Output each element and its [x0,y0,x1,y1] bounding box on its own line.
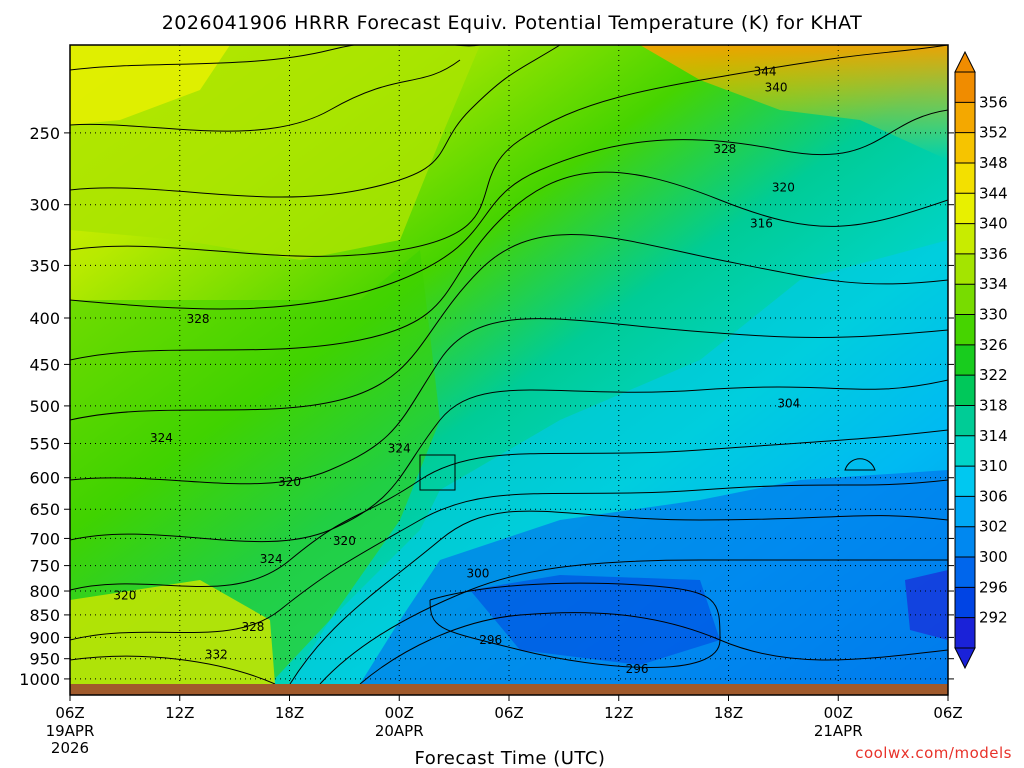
colorbar-label: 344 [979,184,1008,202]
colorbar-segment [955,344,975,376]
colorbar-segment [955,405,975,436]
colorbar-label: 352 [979,124,1008,142]
y-tick-label: 300 [29,196,60,215]
contour-label: 304 [777,396,800,410]
contour-label: 328 [713,142,736,156]
colorbar-label: 356 [979,93,1008,111]
contour-label: 300 [466,566,489,580]
contour-label: 316 [750,217,773,231]
colorbar-segment [955,557,975,588]
x-tick-label: 06Z [933,704,962,722]
x-tick-label: 18Z [714,704,743,722]
colorbar-segment [955,132,975,163]
x-tick-label: 06Z [494,704,523,722]
colorbar-segment [955,435,975,467]
region-deep-blue-right [905,570,948,640]
x-tick-label: 00Z [385,704,414,722]
colorbar-top-arrow [954,50,976,73]
colorbar-label: 322 [979,366,1008,384]
y-tick-label: 250 [29,124,60,143]
colorbar-segment [955,284,975,315]
y-tick-label: 1000 [19,670,60,689]
x-tick-year: 2026 [51,739,89,757]
y-tick-label: 900 [29,628,60,647]
colorbar-label: 292 [979,609,1008,627]
colorbar-segment [955,314,975,345]
contour-label: 296 [479,633,502,647]
colorbar-label: 296 [979,578,1008,596]
colorbar-label: 310 [979,457,1008,475]
x-tick-label: 00Z [824,704,853,722]
contour-label: 340 [765,80,788,94]
colorbar-segment [955,375,975,406]
colorbar-label: 300 [979,548,1008,566]
colorbar: 356 352 348 344 340 336 334 330 326 322 318 314 310 3… [954,50,1008,670]
y-tick-label: 400 [29,309,60,328]
y-tick-label: 500 [29,397,60,416]
ground-strip [70,684,948,695]
chart: 2026041906 HRRR Forecast Equiv. Potentia… [19,12,1012,768]
plot-area: 344 340 328 320 316 328 304 324 324 320 320 324 300 3… [70,45,948,684]
chart-title: 2026041906 HRRR Forecast Equiv. Potentia… [162,12,863,34]
contour-label: 332 [205,648,228,662]
x-tick-label: 12Z [604,704,633,722]
colorbar-segment [955,72,975,103]
y-tick-label: 650 [29,500,60,519]
x-tick-label: 12Z [165,704,194,722]
y-tick-label: 450 [29,355,60,374]
y-tick-label: 950 [29,650,60,669]
colorbar-segment [955,223,975,254]
y-tick-label: 550 [29,434,60,453]
y-tick-label: 600 [29,469,60,488]
contour-label: 344 [754,64,777,78]
colorbar-segment [955,496,975,527]
contour-label: 324 [260,552,283,566]
contour-label: 296 [626,662,649,676]
contour-label: 328 [187,312,210,326]
colorbar-label: 348 [979,154,1008,172]
colorbar-segment [955,526,975,558]
contour-label: 320 [113,588,136,602]
contour-label: 328 [241,620,264,634]
y-tick-label: 750 [29,557,60,576]
x-axis-title: Forecast Time (UTC) [415,748,606,768]
contour-label: 320 [278,475,301,489]
colorbar-bottom-arrow [954,647,976,670]
y-tick-label: 850 [29,606,60,625]
colorbar-label: 302 [979,518,1008,536]
contour-label: 324 [150,431,173,445]
colorbar-segment [955,617,975,648]
x-tick-date: 20APR [375,722,424,740]
x-tick-date: 19APR [46,722,95,740]
contour-label: 320 [333,534,356,548]
colorbar-label: 340 [979,215,1008,233]
colorbar-label: 314 [979,427,1008,445]
contour-label: 320 [772,180,795,194]
colorbar-segment [955,193,975,224]
y-tick-label: 700 [29,529,60,548]
colorbar-segment [955,587,975,618]
colorbar-segment [955,253,975,285]
x-tick-date: 21APR [814,722,863,740]
colorbar-segment [955,466,975,497]
y-tick-label: 350 [29,256,60,275]
x-tick-label: 18Z [275,704,304,722]
y-tick-label: 800 [29,582,60,601]
colorbar-label: 336 [979,245,1008,263]
colorbar-segment [955,162,975,194]
colorbar-label: 306 [979,487,1008,505]
contour-label: 324 [388,442,411,456]
credit-text: coolwx.com/models [855,744,1012,762]
colorbar-label: 334 [979,275,1008,293]
colorbar-label: 330 [979,306,1008,324]
colorbar-segment [955,102,975,133]
x-tick-label: 06Z [55,704,84,722]
colorbar-label: 318 [979,396,1008,414]
colorbar-label: 326 [979,336,1008,354]
